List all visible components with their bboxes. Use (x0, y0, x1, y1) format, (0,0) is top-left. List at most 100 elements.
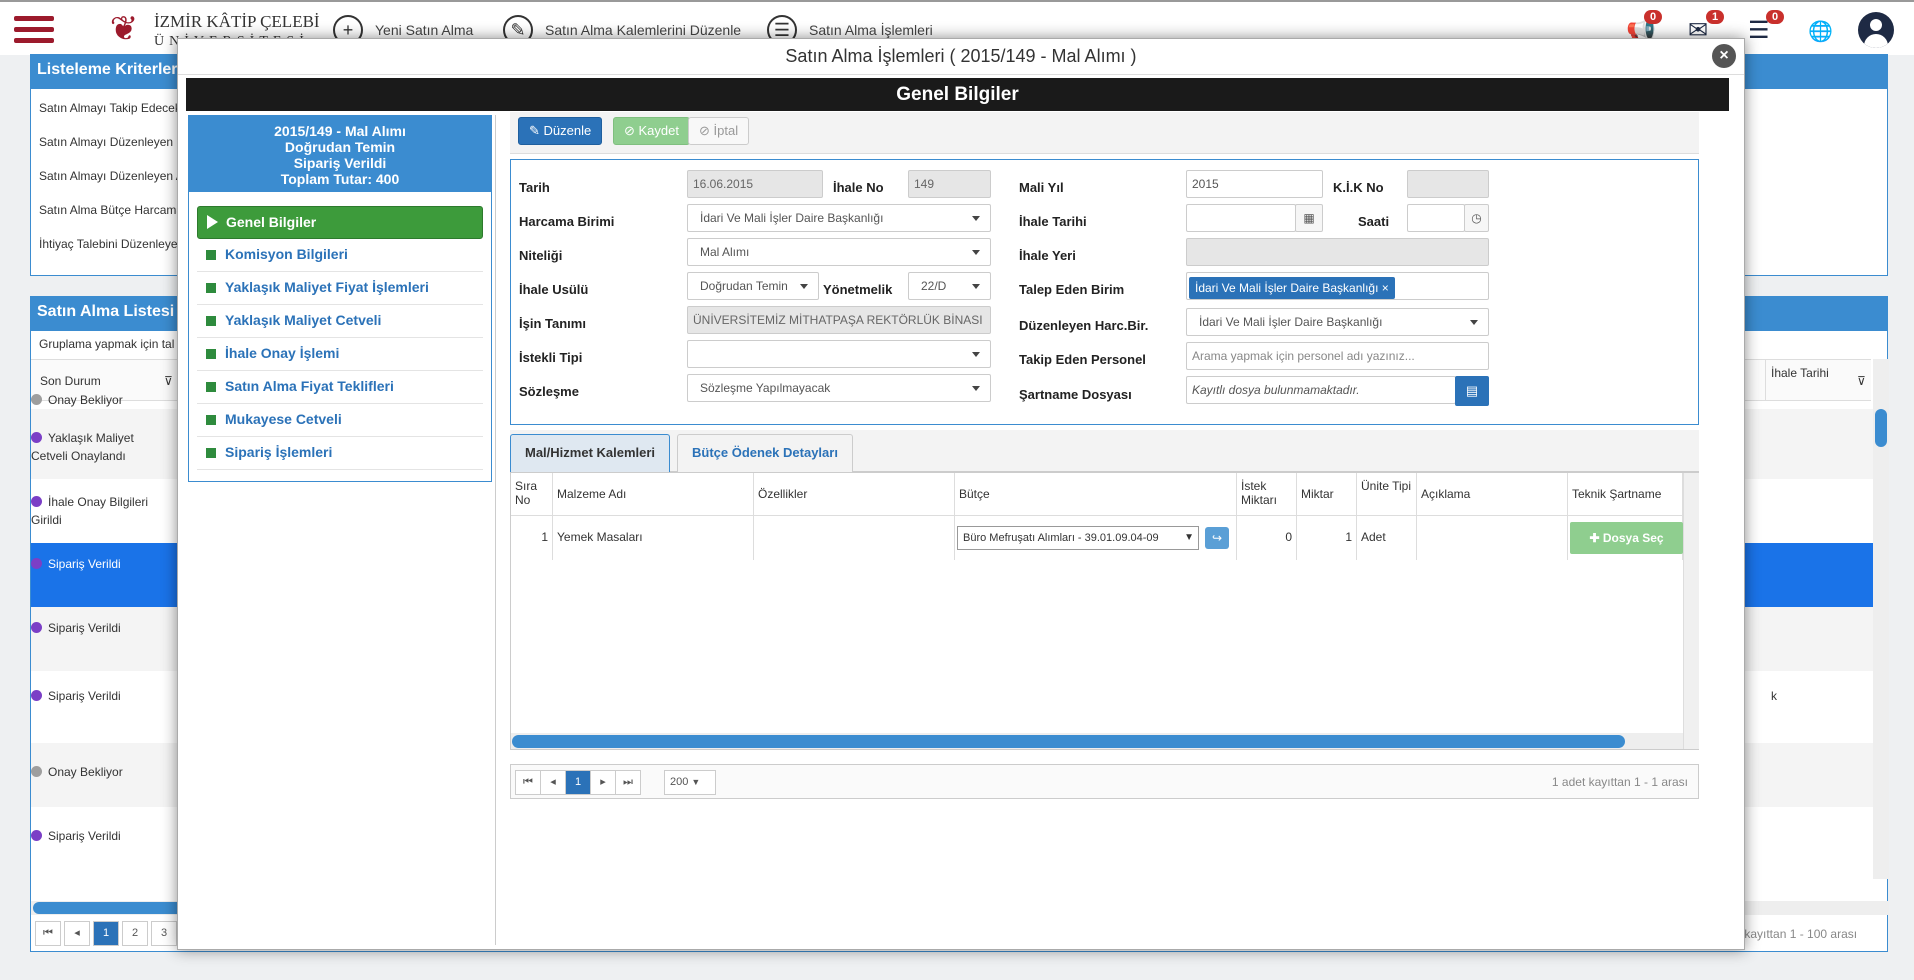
tanim-field[interactable]: ÜNİVERSİTEMİZ MİTHATPAŞA REKTÖRLÜK BİNAS… (687, 306, 991, 334)
col-divider (1765, 360, 1766, 402)
talep-multiselect[interactable]: İdari Ve Mali İşler Daire Başkanlığı × (1186, 272, 1489, 300)
col-istek: İstek Miktarı (1237, 473, 1297, 516)
task-list-icon[interactable]: ☰ 0 (1748, 10, 1785, 45)
cancel-button-label: İptal (713, 123, 739, 138)
save-button[interactable]: ⊘ Kaydet (613, 117, 690, 145)
takip-input[interactable]: Arama yapmak için personel adı yazınız..… (1186, 342, 1489, 370)
purchase-modal: Satın Alma İşlemleri ( 2015/149 - Mal Al… (177, 38, 1745, 950)
edit-button[interactable]: ✎ Düzenle (518, 117, 603, 145)
next-page-button[interactable]: ▸ (590, 770, 616, 795)
tab-budget[interactable]: Bütçe Ödenek Detayları (677, 434, 853, 472)
section-menu: Genel Bilgiler Komisyon Bilgileri Yaklaş… (189, 192, 491, 470)
filter-icon[interactable]: ⊽ (1857, 374, 1866, 388)
criteria-item: Satın Almayı Düzenleyen B (39, 135, 185, 149)
row-status: Sipariş Verildi (48, 689, 121, 703)
mali-yil-field[interactable]: 2015 (1186, 170, 1323, 198)
col-unite: Ünite Tipi (1357, 473, 1417, 516)
page-button[interactable]: 2 (122, 921, 148, 946)
page-button[interactable]: 3 (151, 921, 177, 946)
edit-button-label: Düzenle (543, 123, 592, 138)
duz-select[interactable]: İdari Ve Mali İşler Daire Başkanlığı (1186, 308, 1489, 336)
page-size-value: 200 (670, 776, 689, 788)
chevron-down-icon (1470, 320, 1478, 325)
status-dot (31, 394, 42, 405)
saati-field[interactable] (1407, 204, 1465, 232)
user-avatar[interactable] (1858, 12, 1894, 48)
harcama-label: Harcama Birimi (519, 214, 615, 229)
criteria-item: Satın Almayı Düzenleyen A (39, 169, 184, 183)
col-aciklama: Açıklama (1417, 473, 1568, 516)
menu-mukayese[interactable]: Mukayese Cetveli (197, 404, 483, 437)
tab-items[interactable]: Mal/Hizmet Kalemleri (510, 434, 671, 472)
yonetmelik-select[interactable]: 22/D (908, 272, 991, 300)
menu-ihale-onay[interactable]: İhale Onay İşlemi (197, 338, 483, 371)
prev-page-button[interactable]: ◂ (64, 921, 90, 946)
status-dot (31, 830, 42, 841)
save-button-label: Kaydet (638, 123, 679, 138)
table-row[interactable]: 1 Yemek Masaları Büro Mefruşatı Alımları… (511, 516, 1683, 560)
sartname-field[interactable]: Kayıtlı dosya bulunmamaktadır. (1186, 376, 1456, 404)
menu-komisyon[interactable]: Komisyon Bilgileri (197, 239, 483, 272)
close-icon[interactable]: × (1712, 44, 1736, 68)
ihale-tarihi-field[interactable] (1186, 204, 1296, 232)
usul-select[interactable]: Doğrudan Temin (687, 272, 819, 300)
first-page-button[interactable]: ⏮ (515, 770, 541, 795)
filter-icon[interactable]: ⊽ (164, 374, 173, 388)
sartname-label: Şartname Dosyası (1019, 387, 1132, 402)
page-size-select[interactable]: 200 ▼ (664, 770, 716, 795)
first-page-button[interactable]: ⏮ (35, 921, 61, 946)
menu-siparis[interactable]: Sipariş İşlemleri (197, 437, 483, 470)
last-page-button[interactable]: ⏭ (615, 770, 641, 795)
talep-label: Talep Eden Birim (1019, 282, 1125, 297)
file-browse-icon[interactable]: ▤ (1455, 376, 1489, 406)
ihale-no-field[interactable]: 149 (908, 170, 991, 198)
share-icon[interactable]: ↪ (1205, 527, 1229, 549)
row-status: Sipariş Verildi (48, 557, 121, 571)
cell-miktar: 1 (1297, 516, 1357, 560)
ihale-yeri-field[interactable] (1186, 238, 1489, 266)
cell-aciklama (1417, 516, 1568, 560)
yonetmelik-value: 22/D (921, 279, 947, 293)
hamburger-icon[interactable] (14, 16, 54, 44)
takip-label: Takip Eden Personel (1019, 352, 1146, 367)
istekli-select[interactable] (687, 340, 991, 368)
talep-tag-label: İdari Ve Mali İşler Daire Başkanlığı (1195, 281, 1379, 295)
page-button[interactable]: 1 (565, 770, 591, 795)
col-malzeme: Malzeme Adı (553, 473, 754, 516)
sozlesme-select[interactable]: Sözleşme Yapılmayacak (687, 374, 991, 402)
grid-vscrollbar[interactable] (1683, 473, 1699, 749)
remove-tag-icon[interactable]: × (1382, 281, 1389, 295)
menu-yaklasik-fiyat[interactable]: Yaklaşık Maliyet Fiyat İşlemleri (197, 272, 483, 305)
calendar-icon[interactable]: ▦ (1295, 204, 1323, 232)
tasks-badge: 0 (1766, 10, 1785, 24)
talep-tag[interactable]: İdari Ve Mali İşler Daire Başkanlığı × (1189, 277, 1395, 299)
chevron-down-icon (972, 352, 980, 357)
grid-hscrollbar[interactable] (511, 733, 1683, 749)
prev-page-button[interactable]: ◂ (540, 770, 566, 795)
list-vscrollbar[interactable] (1873, 359, 1889, 879)
tarih-field[interactable]: 16.06.2015 (687, 170, 823, 198)
butce-select[interactable]: Büro Mefruşatı Alımları - 39.01.09.04-09… (957, 526, 1199, 550)
col-ihale-tarihi: İhale Tarihi (1771, 366, 1829, 380)
menu-fiyat-teklifleri[interactable]: Satın Alma Fiyat Teklifleri (197, 371, 483, 404)
niteligi-select[interactable]: Mal Alımı (687, 238, 991, 266)
cancel-button[interactable]: ⊘ İptal (688, 117, 750, 145)
globe-icon[interactable]: 🌐 (1808, 19, 1833, 44)
page-button[interactable]: 1 (93, 921, 119, 946)
general-info-form: Tarih 16.06.2015 İhale No 149 Harcama Bi… (510, 159, 1699, 425)
harcama-select[interactable]: İdari Ve Mali İşler Daire Başkanlığı (687, 204, 991, 232)
cell-malzeme: Yemek Masaları (553, 516, 754, 560)
kik-field[interactable] (1407, 170, 1489, 198)
status-dot (31, 622, 42, 633)
summary-line: Toplam Tutar: 400 (280, 171, 400, 187)
pager-info: 1 adet kayıttan 1 - 1 arası (1551, 775, 1688, 789)
ihale-yeri-label: İhale Yeri (1019, 248, 1076, 263)
grid-pager: ⏮ ◂ 1 ▸ ⏭ 200 ▼ 1 adet kayıttan 1 - 1 ar… (510, 764, 1699, 799)
menu-yaklasik-cetvel[interactable]: Yaklaşık Maliyet Cetveli (197, 305, 483, 338)
clock-icon[interactable]: ◷ (1464, 204, 1489, 232)
col-miktar: Miktar (1297, 473, 1357, 516)
file-select-button[interactable]: ✚ Dosya Seç (1570, 522, 1683, 554)
nav-purchase-operations-label: Satın Alma İşlemleri (809, 22, 933, 38)
niteligi-label: Niteliği (519, 248, 563, 263)
menu-genel-bilgiler[interactable]: Genel Bilgiler (197, 206, 483, 239)
